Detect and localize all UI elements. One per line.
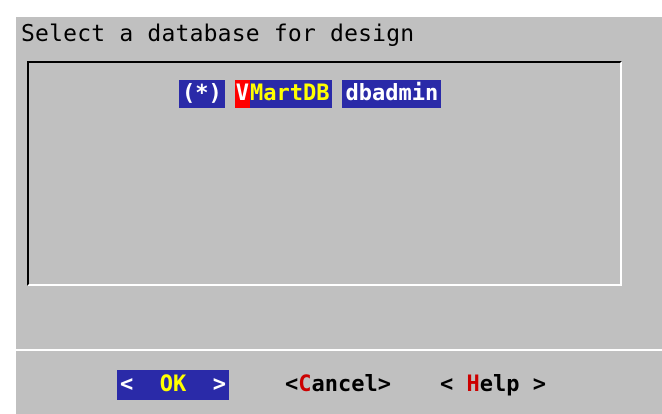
help-button[interactable]: < Help >	[440, 370, 546, 400]
ok-button-left-bracket: <	[120, 372, 160, 397]
help-button-label: elp >	[479, 372, 546, 397]
database-owner: dbadmin	[342, 80, 442, 108]
ok-button-label: OK	[159, 372, 187, 397]
cancel-button-hotkey: C	[298, 372, 312, 397]
database-name-hotkey: V	[234, 80, 250, 108]
button-separator	[14, 349, 662, 351]
ok-button-right-bracket: >	[186, 372, 226, 397]
database-list[interactable]: (*) V MartDB dbadmin	[27, 61, 622, 286]
cancel-button-left-bracket: <	[285, 372, 299, 397]
ok-button[interactable]: < OK >	[117, 370, 229, 400]
cancel-button-label: ancel>	[311, 372, 391, 397]
list-item[interactable]: (*) V MartDB dbadmin	[179, 80, 442, 108]
help-button-left-bracket: <	[440, 372, 467, 397]
database-name: MartDB	[250, 80, 333, 108]
cancel-button[interactable]: <Cancel>	[285, 370, 391, 400]
help-button-hotkey: H	[466, 372, 480, 397]
radio-selected-indicator[interactable]: (*)	[179, 80, 225, 108]
button-bar: < OK > <Cancel> < Help >	[0, 370, 662, 400]
dialog-title: Select a database for design	[21, 21, 415, 47]
